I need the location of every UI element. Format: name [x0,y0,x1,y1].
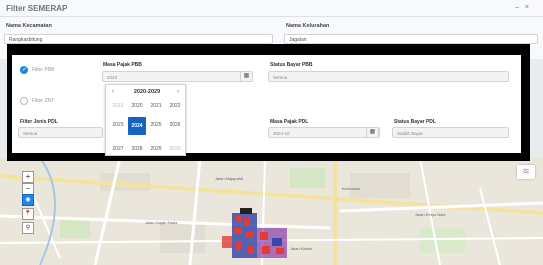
layers-button[interactable]: ≋ [517,165,535,179]
jenis-pdl-select[interactable]: Semua [18,127,103,138]
pin-button[interactable]: 📍 [22,208,34,220]
year-option-2021[interactable]: 2021 [147,102,165,111]
filter-header: Filter SEMERAP –× [0,0,543,17]
street-label: Jalan Majapahit [215,176,244,181]
street-label: Jalan Gajah Mada [145,220,178,225]
street-label: Kelurahan [342,186,361,191]
decade-range-title[interactable]: 2020-2029 [122,89,172,95]
locate-icon: ◉ [25,197,31,203]
layers-icon: ≋ [522,166,530,176]
year-option-2027[interactable]: 2027 [109,145,127,154]
kelurahan-label: Nama Kelurahan [286,23,330,29]
year-option-2028[interactable]: 2028 [128,145,146,154]
prev-decade-icon[interactable]: ‹ [112,89,114,95]
calendar-icon: ▦ [369,129,376,135]
map-canvas [0,158,543,265]
minimize-icon[interactable]: – [515,4,525,11]
year-option-2019[interactable]: 2019 [109,102,127,111]
kecamatan-label: Nama Kecamatan [6,23,52,29]
masa-pajak-pbb-calendar-button[interactable]: ▦ [240,71,253,82]
year-option-2024[interactable]: 2024 [128,117,146,135]
zoom-in-button[interactable]: + [22,171,34,183]
year-option-2020[interactable]: 2020 [128,102,146,111]
year-picker: ‹ 2020-2029 › 2019 2020 2021 2022 2023 2024 20… [105,84,186,156]
kelurahan-select[interactable]: Jagalan [284,34,538,44]
status-bayar-pdl-select[interactable]: Sudah Bayar [392,127,509,138]
pbb-filter-label: Filter PBB [32,67,55,73]
map-search-button[interactable]: ⚲ [22,222,34,234]
calendar-icon: ▦ [243,73,250,79]
znt-filter-label: Filter ZNT [32,98,55,104]
status-bayar-pdl-label: Status Bayar PDL [394,119,436,125]
jenis-pdl-label: Filter Jenis PDL [20,119,58,125]
header-title: Filter SEMERAP [6,4,68,13]
header-controls: –× [515,4,535,11]
check-icon: ✓ [22,67,28,73]
masa-pajak-pbb-label: Masa Pajak PBB [103,62,142,68]
street-label: Jalan Kartini [290,246,313,251]
masa-pajak-pdl-calendar-button[interactable]: ▦ [366,127,379,138]
status-bayar-pbb-label: Status Bayar PBB [270,62,313,68]
map-view[interactable]: Jalan Majapahit Kelurahan Jalan Empu Nal… [0,158,543,265]
next-decade-icon[interactable]: › [177,89,179,95]
masa-pajak-pdl-label: Masa Pajak PDL [270,119,309,125]
status-bayar-pbb-select[interactable]: Semua [268,71,509,82]
year-option-2023[interactable]: 2023 [109,121,127,130]
close-icon[interactable]: × [525,4,535,11]
year-option-2029[interactable]: 2029 [147,145,165,154]
year-option-2025[interactable]: 2025 [147,121,165,130]
year-option-2022[interactable]: 2022 [166,102,184,111]
street-label: Jalan Empu Nala [415,212,446,217]
pin-icon: 📍 [24,211,32,217]
filter-panel: ✓ Filter PBB Masa Pajak PBB 2024 ▦ Statu… [12,55,521,153]
pbb-checkbox[interactable]: ✓ [20,66,28,74]
year-option-2026[interactable]: 2026 [166,121,184,130]
masa-pajak-pbb-input[interactable]: 2024 [102,71,250,82]
year-option-2030[interactable]: 2030 [166,145,184,154]
locate-button[interactable]: ◉ [22,194,34,206]
masa-pajak-pdl-input[interactable]: 2024-10 [268,127,380,138]
search-icon: ⚲ [25,225,31,231]
znt-checkbox[interactable] [20,97,28,105]
kecamatan-select[interactable]: Rangkasbitung [4,34,273,44]
